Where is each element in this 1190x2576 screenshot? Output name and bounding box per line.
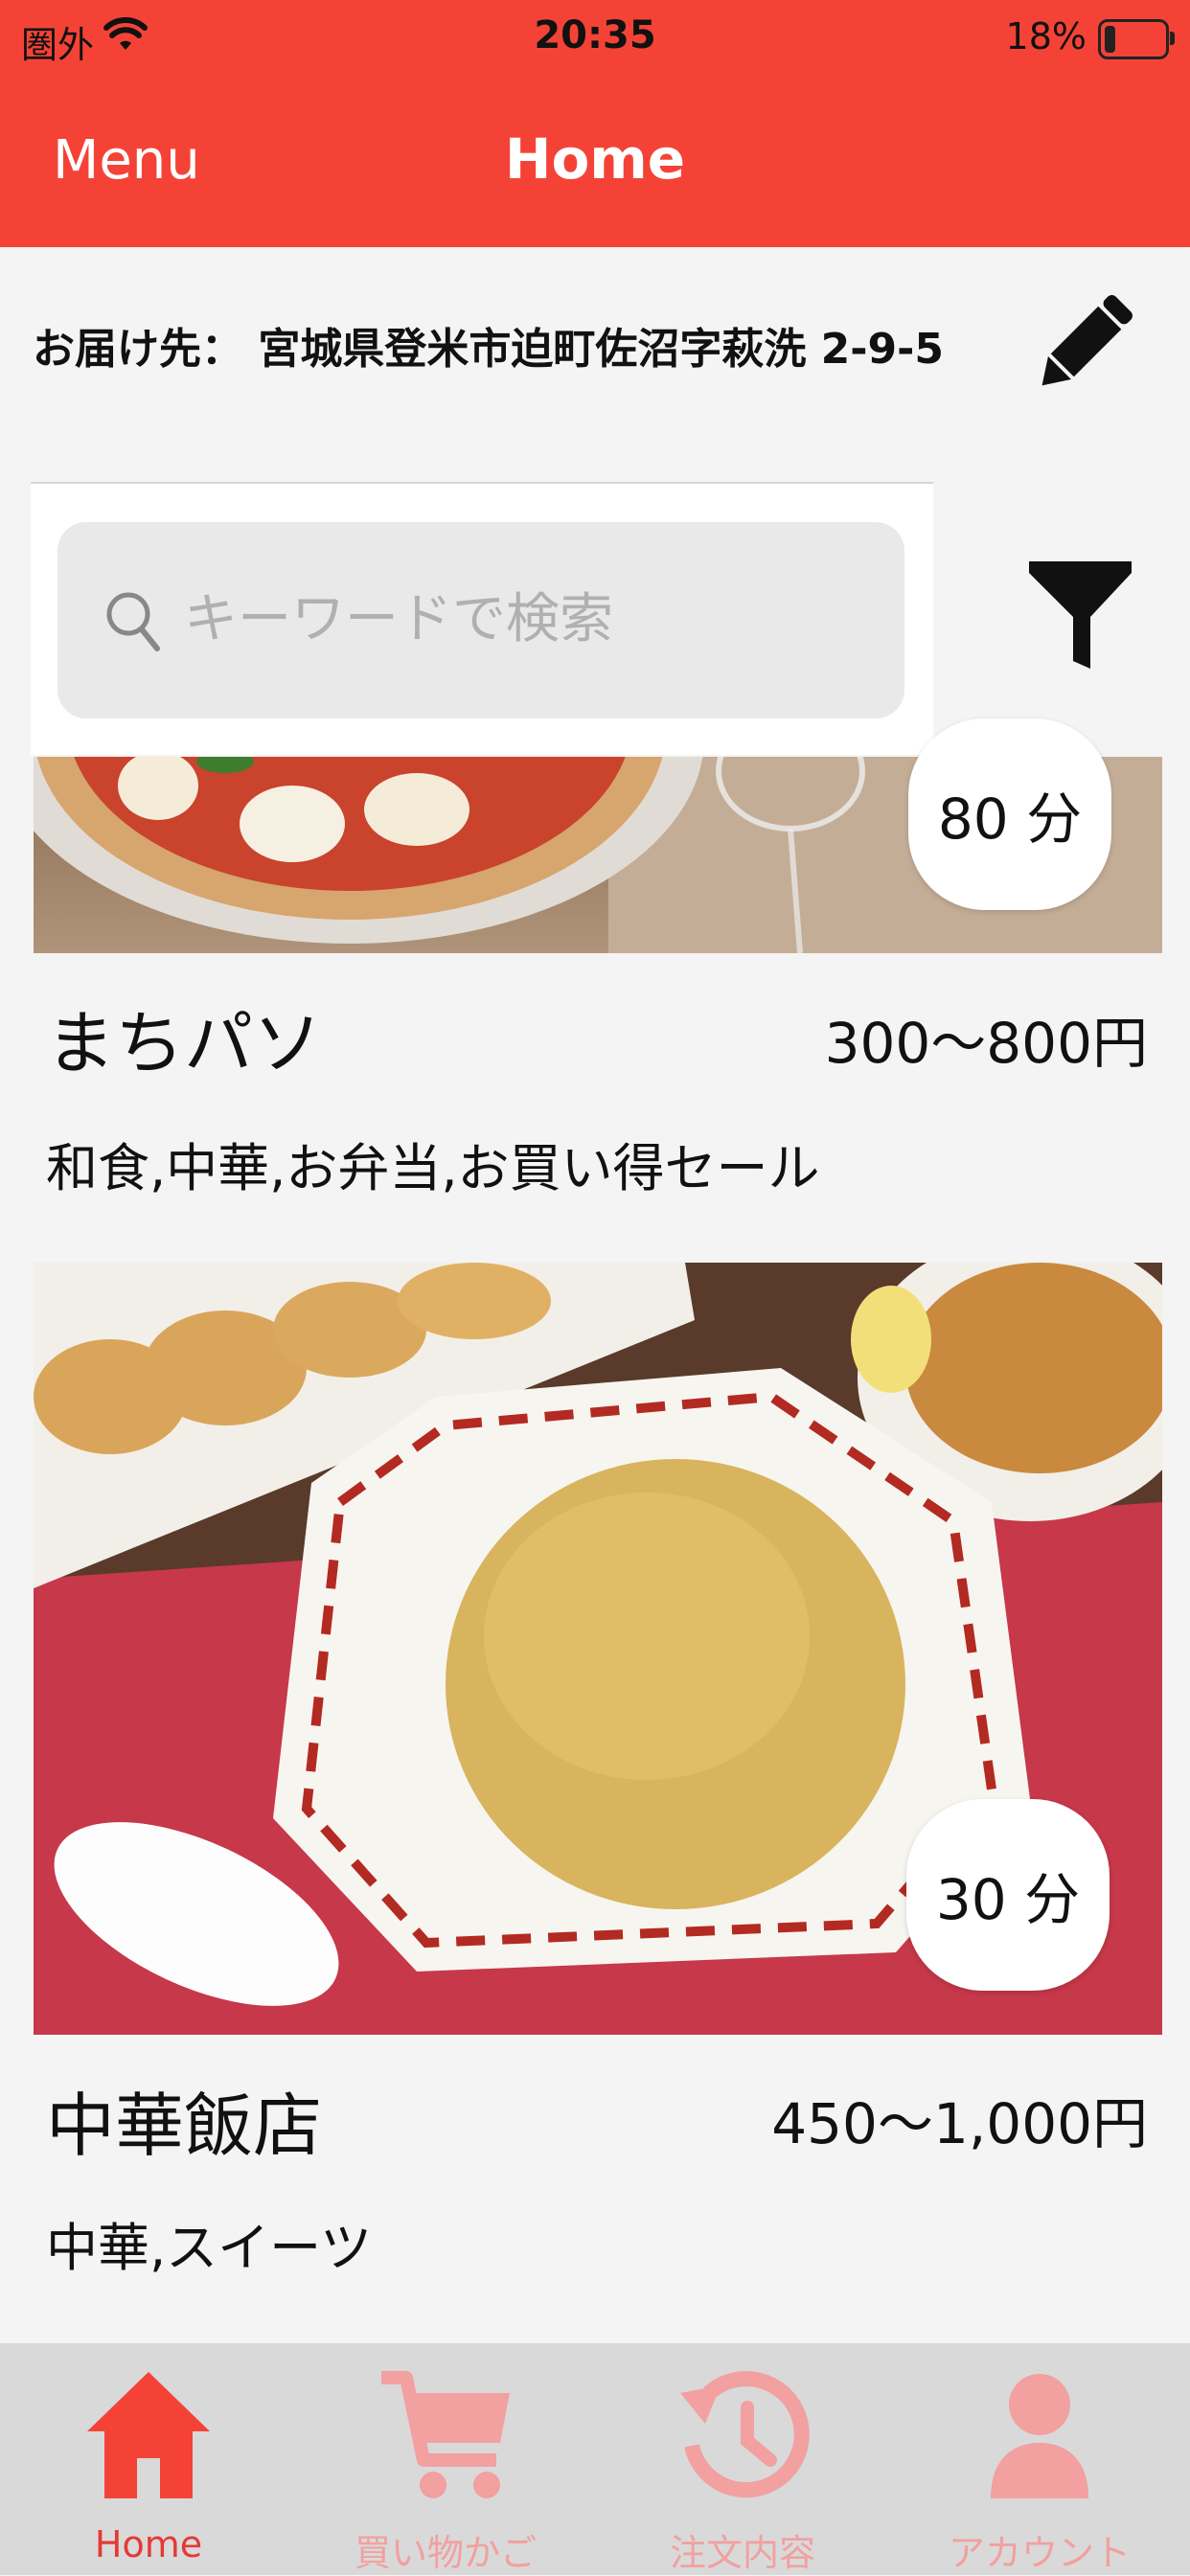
restaurant-price-range: 450〜1,000円 — [771, 2091, 1148, 2156]
delivery-address: お届け先： 宮城県登米市迫町佐沼字萩洗 2-9-5 — [33, 325, 945, 374]
tab-order-history[interactable]: 注文内容 — [594, 2343, 891, 2575]
tab-label: アカウント — [948, 2532, 1131, 2574]
tab-label: Home — [94, 2523, 203, 2565]
status-bar: 圏外 20:35 18% — [0, 0, 1190, 77]
history-icon — [680, 2371, 810, 2498]
tab-cart[interactable]: 買い物かご — [297, 2343, 594, 2575]
search-icon — [106, 592, 160, 651]
search-input[interactable] — [182, 560, 876, 677]
home-icon — [87, 2372, 210, 2498]
delivery-time-badge: 80 分 — [908, 718, 1111, 910]
tab-label: 買い物かご — [354, 2532, 537, 2574]
edit-pencil-icon[interactable] — [1025, 278, 1140, 407]
filter-icon[interactable] — [1025, 556, 1135, 675]
tab-account[interactable]: アカウント — [891, 2343, 1188, 2575]
app-header: 圏外 20:35 18% Menu Home — [0, 0, 1190, 247]
search-panel — [31, 482, 933, 755]
account-icon — [991, 2374, 1088, 2498]
restaurant-tags: 中華,スイーツ — [46, 2218, 373, 2278]
battery-level — [1105, 26, 1115, 53]
restaurant-name[interactable]: まちパソ — [46, 987, 322, 1087]
battery-icon — [1098, 19, 1175, 59]
page-title: Home — [504, 126, 686, 192]
search-box[interactable] — [57, 522, 904, 718]
tab-bar: Home 買い物かご 注文内容 アカウント — [0, 2343, 1190, 2575]
battery-percent: 18% — [1005, 15, 1087, 57]
restaurant-price-range: 300〜800円 — [824, 1011, 1148, 1076]
restaurant-tags: 和食,中華,お弁当,お買い得セール — [46, 1138, 820, 1198]
tab-label: 注文内容 — [669, 2532, 815, 2574]
cart-icon — [381, 2371, 510, 2498]
tab-home[interactable]: Home — [0, 2343, 297, 2575]
restaurant-name[interactable]: 中華飯店 — [46, 2069, 322, 2170]
delivery-time-badge: 30 分 — [906, 1799, 1110, 1991]
